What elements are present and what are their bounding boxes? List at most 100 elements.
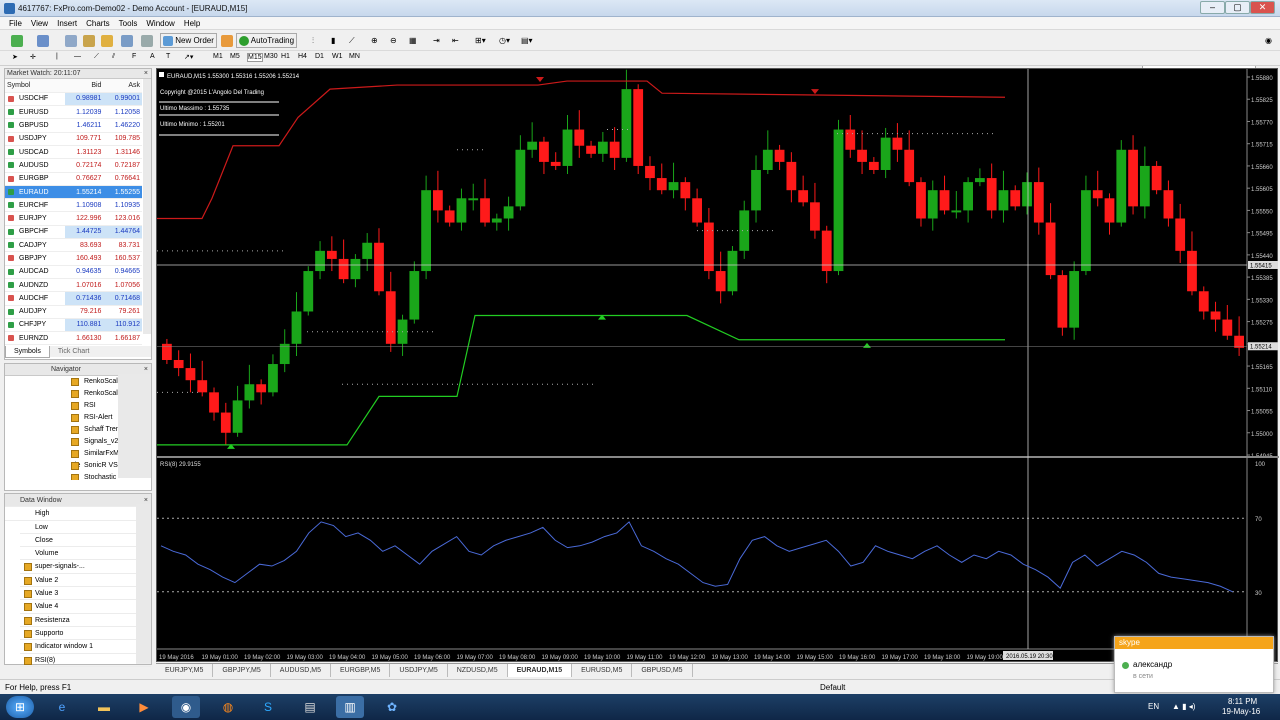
chart-tab[interactable]: EURAUD,M15 xyxy=(507,664,573,677)
menu-item-charts[interactable]: Charts xyxy=(86,17,110,30)
minimize-button[interactable]: – xyxy=(1200,1,1225,14)
zoom-out-icon[interactable]: ⊖ xyxy=(387,33,400,48)
explorer-icon[interactable]: ▬ xyxy=(90,696,118,718)
tester-button[interactable] xyxy=(138,33,156,48)
timeframe-h4[interactable]: H4 xyxy=(298,53,307,60)
navigator-button[interactable] xyxy=(98,33,116,48)
scrollbar[interactable] xyxy=(143,79,151,334)
table-row[interactable]: GBPUSD 1.46211 1.46220 xyxy=(5,118,142,133)
clock-date[interactable]: 19-May-16 xyxy=(1222,707,1260,716)
candles-button[interactable]: ▮ xyxy=(328,33,338,48)
table-row[interactable]: EURAUD 1.55214 1.55255 xyxy=(5,185,142,200)
chart-menu-icon[interactable] xyxy=(159,72,164,77)
timeframe-w1[interactable]: W1 xyxy=(332,53,343,60)
templates-button[interactable]: ▤▾ xyxy=(518,33,536,48)
maximize-button[interactable]: ▢ xyxy=(1225,1,1250,14)
profiles-button[interactable] xyxy=(34,33,52,48)
user-icon[interactable]: ◉ xyxy=(1262,33,1275,48)
table-row[interactable]: EURNZD 1.66130 1.66187 xyxy=(5,331,142,346)
column-header[interactable]: Symbol xyxy=(5,79,65,93)
menu-item-insert[interactable]: Insert xyxy=(57,17,77,30)
table-row[interactable]: CADJPY 83.693 83.731 xyxy=(5,238,142,253)
crosshair-icon[interactable]: ✛ xyxy=(30,53,36,61)
fibo-icon[interactable]: F xyxy=(132,53,136,60)
chart-tab[interactable]: EURGBP,M5 xyxy=(331,664,391,677)
close-icon[interactable]: × xyxy=(144,69,148,79)
column-header[interactable]: Bid xyxy=(64,79,104,93)
tile-windows-button[interactable]: ▦ xyxy=(406,33,420,48)
table-row[interactable]: AUDJPY 79.216 79.261 xyxy=(5,305,142,319)
label-icon[interactable]: T xyxy=(166,53,170,60)
menu-item-tools[interactable]: Tools xyxy=(119,17,138,30)
skype-icon[interactable]: S xyxy=(254,696,282,718)
tab-tick-chart[interactable]: Tick Chart xyxy=(50,346,98,357)
chart-tab[interactable]: GBPUSD,M5 xyxy=(632,664,693,677)
indicators-button[interactable]: ⊞▾ xyxy=(472,33,489,48)
market-watch-button[interactable] xyxy=(62,33,80,48)
table-row[interactable]: USDCHF 0.98981 0.99001 xyxy=(5,92,142,107)
cursor-icon[interactable]: ➤ xyxy=(12,53,18,61)
terminal-button[interactable] xyxy=(118,33,136,48)
timeframe-h1[interactable]: H1 xyxy=(281,53,290,60)
table-row[interactable]: CHFJPY 110.881 110.912 xyxy=(5,318,142,333)
table-row[interactable]: GBPCHF 1.44725 1.44764 xyxy=(5,225,142,240)
metaeditor-button[interactable] xyxy=(218,33,236,48)
timeframe-d1[interactable]: D1 xyxy=(315,53,324,60)
bar-chart-button[interactable]: ⫶ xyxy=(309,33,317,48)
media-icon[interactable]: ▶ xyxy=(130,696,158,718)
hline-icon[interactable]: — xyxy=(74,53,81,60)
chart-tab[interactable]: AUDUSD,M5 xyxy=(271,664,332,677)
scrollbar[interactable] xyxy=(136,504,151,664)
vline-icon[interactable]: | xyxy=(56,53,58,60)
chart-tab[interactable]: EURUSD,M5 xyxy=(572,664,633,677)
channel-icon[interactable]: ⫽ xyxy=(112,53,115,61)
table-row[interactable]: AUDNZD 1.07016 1.07056 xyxy=(5,278,142,293)
table-row[interactable]: USDCAD 1.31123 1.31146 xyxy=(5,145,142,160)
chart-window[interactable]: 1.55880 1.55825 1.55770 1.55715 1.55660 1.556… xyxy=(156,68,1279,663)
clock-time[interactable]: 8:11 PM xyxy=(1228,697,1257,706)
firefox-icon[interactable]: ◍ xyxy=(214,696,242,718)
menu-item-help[interactable]: Help xyxy=(184,17,200,30)
language-indicator[interactable]: EN xyxy=(1148,702,1159,711)
scrollbar[interactable] xyxy=(118,374,151,478)
chart-shift-button[interactable]: ⇤ xyxy=(449,33,462,48)
table-row[interactable]: AUDCHF 0.71436 0.71468 xyxy=(5,291,142,306)
autotrading-button[interactable]: AutoTrading xyxy=(236,33,298,48)
autoscroll-button[interactable]: ⇥ xyxy=(430,33,443,48)
chart-tab[interactable]: EURJPY,M5 xyxy=(156,664,214,677)
chrome-icon[interactable]: ◉ xyxy=(172,696,200,718)
timeframe-m30[interactable]: M30 xyxy=(264,53,278,60)
notepad-icon[interactable]: ▤ xyxy=(296,696,324,718)
chart-tab[interactable]: GBPJPY,M5 xyxy=(213,664,271,677)
skype-notification[interactable]: skype александр в сети xyxy=(1114,636,1274,693)
arrows-icon[interactable]: ↗▾ xyxy=(184,53,193,61)
tray-icons[interactable]: ▲ ▮ ◂) xyxy=(1172,702,1195,711)
new-chart-button[interactable] xyxy=(8,33,26,48)
timeframe-mn[interactable]: MN xyxy=(349,53,360,60)
chart-tab[interactable]: USDJPY,M5 xyxy=(390,664,448,677)
new-order-button[interactable]: New Order xyxy=(160,33,217,48)
table-row[interactable]: AUDCAD 0.94635 0.94665 xyxy=(5,265,142,279)
trendline-icon[interactable]: ⟋ xyxy=(94,53,99,61)
ie-icon[interactable]: e xyxy=(48,696,76,718)
timeframe-m5[interactable]: M5 xyxy=(230,53,240,60)
app-icon[interactable]: ✿ xyxy=(378,696,406,718)
menu-item-file[interactable]: File xyxy=(9,17,22,30)
start-button[interactable]: ⊞ xyxy=(6,696,34,718)
timeframe-m15[interactable]: M15 xyxy=(247,53,263,62)
chart-tab[interactable]: NZDUSD,M5 xyxy=(448,664,508,677)
table-row[interactable]: EURJPY 122.996 123.016 xyxy=(5,211,142,226)
zoom-in-icon[interactable]: ⊕ xyxy=(368,33,381,48)
timeframe-m1[interactable]: M1 xyxy=(213,53,223,60)
data-window-button[interactable] xyxy=(80,33,98,48)
tab-symbols[interactable]: Symbols xyxy=(5,346,50,358)
table-row[interactable]: USDJPY 109.771 109.785 xyxy=(5,132,142,146)
table-row[interactable]: EURUSD 1.12039 1.12058 xyxy=(5,105,142,120)
price-chart[interactable]: 1.55880 1.55825 1.55770 1.55715 1.55660 1.556… xyxy=(157,69,1279,663)
table-row[interactable]: EURCHF 1.10908 1.10935 xyxy=(5,198,142,213)
column-header[interactable]: Ask xyxy=(103,79,142,93)
menu-item-window[interactable]: Window xyxy=(146,17,174,30)
menu-item-view[interactable]: View xyxy=(31,17,48,30)
close-button[interactable]: ✕ xyxy=(1250,1,1275,14)
table-row[interactable]: AUDUSD 0.72174 0.72187 xyxy=(5,158,142,173)
